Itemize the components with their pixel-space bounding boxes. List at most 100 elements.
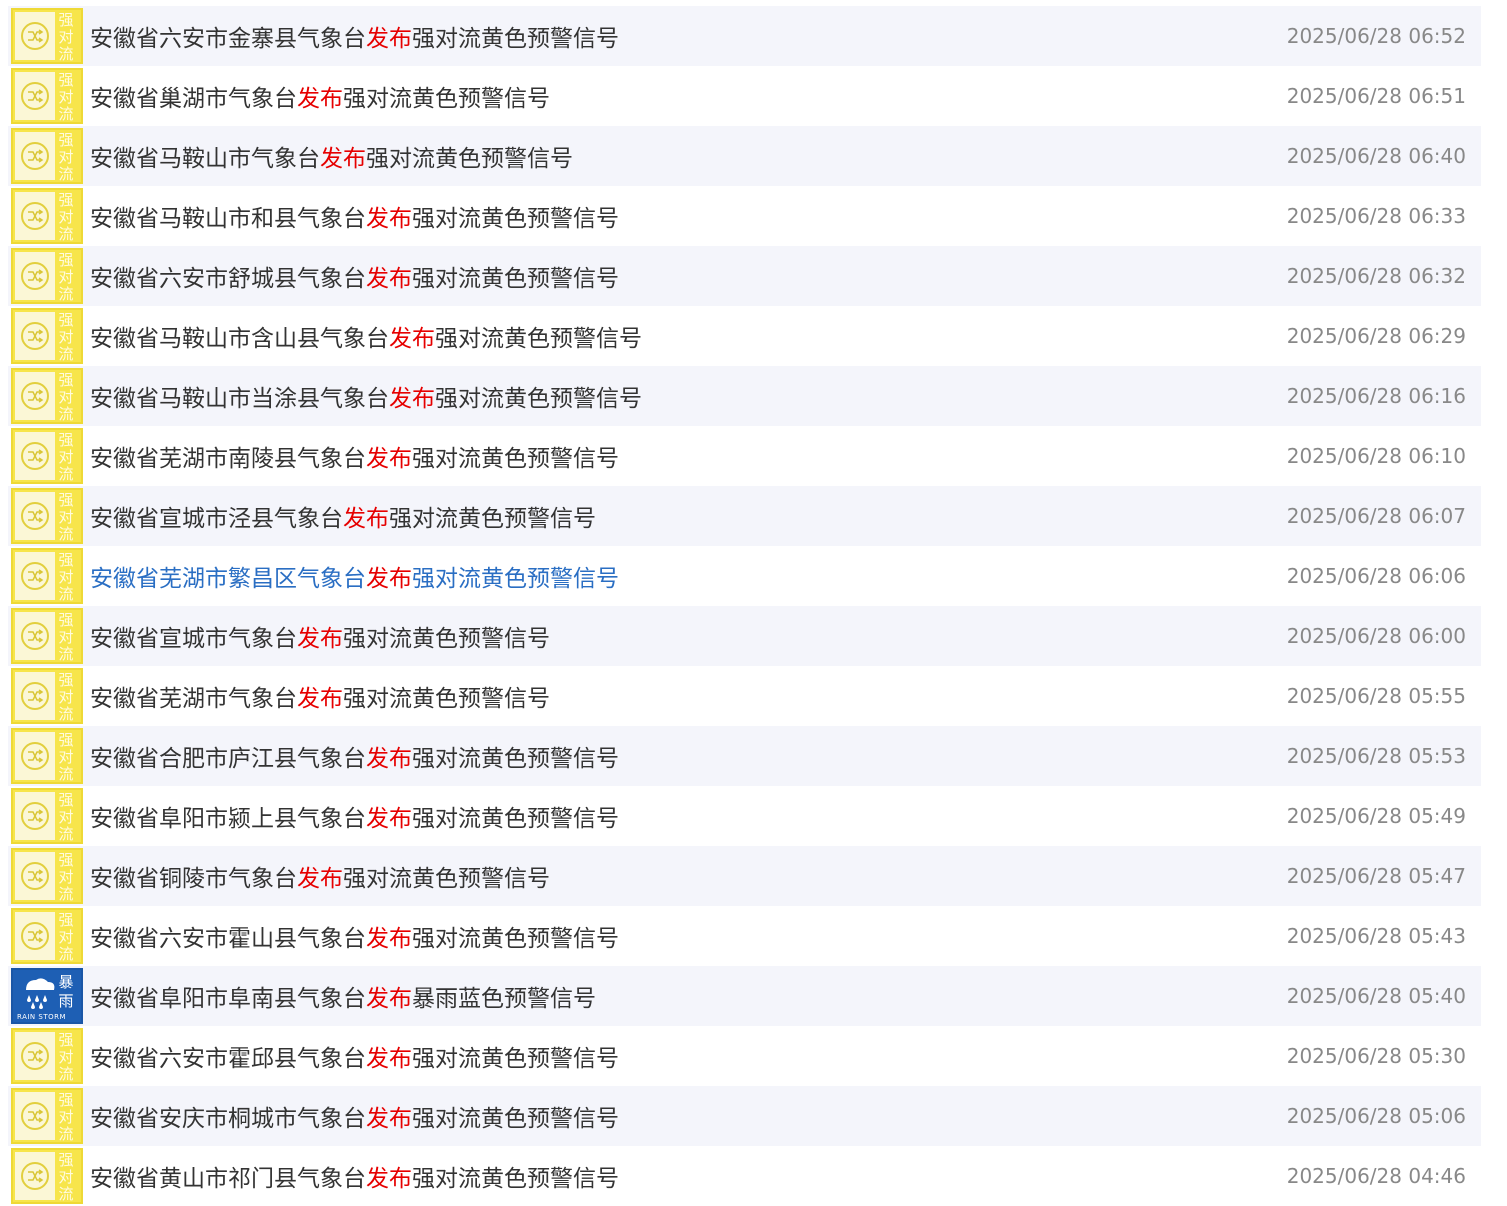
strong-convection-yellow-icon: 强对流 xyxy=(11,1028,83,1084)
alert-title-link[interactable]: 安徽省六安市霍邱县气象台发布强对流黄色预警信号 xyxy=(90,1039,1481,1073)
alert-title-link[interactable]: 安徽省安庆市桐城市气象台发布强对流黄色预警信号 xyxy=(90,1099,1481,1133)
alert-title-link[interactable]: 安徽省阜阳市阜南县气象台发布暴雨蓝色预警信号 xyxy=(90,979,1481,1013)
alert-title-link[interactable]: 安徽省黄山市祁门县气象台发布强对流黄色预警信号 xyxy=(90,1159,1481,1193)
alert-title-link[interactable]: 安徽省六安市霍山县气象台发布强对流黄色预警信号 xyxy=(90,919,1481,953)
alert-list: 强对流安徽省六安市金寨县气象台发布强对流黄色预警信号 2025/06/28 06:… xyxy=(0,0,1507,1206)
alert-row[interactable]: 强对流安徽省阜阳市颍上县气象台发布强对流黄色预警信号 2025/06/28 05:… xyxy=(8,786,1481,846)
icon-label-char: 流 xyxy=(58,105,74,123)
alert-row[interactable]: 强对流安徽省马鞍山市和县气象台发布强对流黄色预警信号 2025/06/28 06:… xyxy=(8,186,1481,246)
alert-title-link[interactable]: 安徽省马鞍山市和县气象台发布强对流黄色预警信号 xyxy=(90,199,1481,233)
alert-row[interactable]: 强对流安徽省芜湖市气象台发布强对流黄色预警信号 2025/06/28 05:55 xyxy=(8,666,1481,726)
icon-label-char: 流 xyxy=(58,285,74,303)
icon-label: 强对流 xyxy=(55,612,77,663)
strong-convection-yellow-icon: 强对流 xyxy=(11,128,83,184)
icon-label-char: 对 xyxy=(58,28,74,46)
alert-title-link[interactable]: 安徽省马鞍山市当涂县气象台发布强对流黄色预警信号 xyxy=(90,379,1481,413)
alert-row[interactable]: RAIN STORM 暴雨安徽省阜阳市阜南县气象台发布暴雨蓝色预警信号 2025/0… xyxy=(8,966,1481,1026)
alert-title-link[interactable]: 安徽省马鞍山市含山县气象台发布强对流黄色预警信号 xyxy=(90,319,1481,353)
icon-label-char: 强 xyxy=(58,251,74,269)
warning-type: 强对流黄色预警信号 xyxy=(412,1046,619,1072)
alert-row[interactable]: 强对流安徽省马鞍山市气象台发布强对流黄色预警信号 2025/06/28 06:40 xyxy=(8,126,1481,186)
alert-time: 2025/06/28 05:06 xyxy=(1286,1104,1466,1128)
icon-label: 强对流 xyxy=(55,432,77,483)
alert-row[interactable]: 强对流安徽省六安市霍邱县气象台发布强对流黄色预警信号 2025/06/28 05:… xyxy=(8,1026,1481,1086)
alert-row[interactable]: 强对流安徽省六安市霍山县气象台发布强对流黄色预警信号 2025/06/28 05:… xyxy=(8,906,1481,966)
warning-type: 强对流黄色预警信号 xyxy=(412,446,619,472)
alert-time: 2025/06/28 05:40 xyxy=(1286,984,1466,1008)
issuing-station: 安徽省芜湖市南陵县气象台 xyxy=(90,446,366,472)
issuing-station: 安徽省合肥市庐江县气象台 xyxy=(90,746,366,772)
icon-label-char: 强 xyxy=(58,791,74,809)
icon-label-char: 对 xyxy=(58,1108,74,1126)
strong-convection-yellow-icon: 强对流 xyxy=(11,788,83,844)
icon-label: 强对流 xyxy=(55,192,77,243)
icon-label-char: 强 xyxy=(58,11,74,29)
publish-verb: 发布 xyxy=(366,1166,412,1192)
strong-convection-yellow-icon: 强对流 xyxy=(11,188,83,244)
strong-convection-yellow-icon: 强对流 xyxy=(11,1148,83,1204)
scrollbar[interactable] xyxy=(1497,0,1507,1200)
warning-type: 强对流黄色预警信号 xyxy=(412,806,619,832)
alert-row[interactable]: 强对流安徽省安庆市桐城市气象台发布强对流黄色预警信号 2025/06/28 05:… xyxy=(8,1086,1481,1146)
strong-convection-yellow-icon: 强对流 xyxy=(11,488,83,544)
alert-row[interactable]: 强对流安徽省芜湖市繁昌区气象台发布强对流黄色预警信号 2025/06/28 06:… xyxy=(8,546,1481,606)
alert-row[interactable]: 强对流安徽省铜陵市气象台发布强对流黄色预警信号 2025/06/28 05:47 xyxy=(8,846,1481,906)
icon-label: 强对流 xyxy=(55,252,77,303)
alert-row[interactable]: 强对流安徽省合肥市庐江县气象台发布强对流黄色预警信号 2025/06/28 05:… xyxy=(8,726,1481,786)
icon-label: 强对流 xyxy=(55,672,77,723)
strong-convection-yellow-icon: 强对流 xyxy=(11,368,83,424)
alert-time: 2025/06/28 05:53 xyxy=(1286,744,1466,768)
alert-row[interactable]: 强对流安徽省宣城市气象台发布强对流黄色预警信号 2025/06/28 06:00 xyxy=(8,606,1481,666)
icon-label-char: 强 xyxy=(58,1031,74,1049)
alert-row[interactable]: 强对流安徽省六安市金寨县气象台发布强对流黄色预警信号 2025/06/28 06:… xyxy=(8,6,1481,66)
alert-row[interactable]: 强对流安徽省芜湖市南陵县气象台发布强对流黄色预警信号 2025/06/28 06:… xyxy=(8,426,1481,486)
strong-convection-yellow-icon: 强对流 xyxy=(11,428,83,484)
icon-label-char: 流 xyxy=(58,765,74,783)
alert-row[interactable]: 强对流安徽省六安市舒城县气象台发布强对流黄色预警信号 2025/06/28 06:… xyxy=(8,246,1481,306)
alert-title-link[interactable]: 安徽省六安市金寨县气象台发布强对流黄色预警信号 xyxy=(90,19,1481,53)
publish-verb: 发布 xyxy=(366,206,412,232)
alert-title-link[interactable]: 安徽省宣城市泾县气象台发布强对流黄色预警信号 xyxy=(90,499,1481,533)
alert-title-link[interactable]: 安徽省巢湖市气象台发布强对流黄色预警信号 xyxy=(90,79,1481,113)
publish-verb: 发布 xyxy=(297,86,343,112)
alert-time: 2025/06/28 06:40 xyxy=(1286,144,1466,168)
icon-label-char: 强 xyxy=(58,131,74,149)
alert-title-link[interactable]: 安徽省芜湖市南陵县气象台发布强对流黄色预警信号 xyxy=(90,439,1481,473)
warning-type: 强对流黄色预警信号 xyxy=(343,86,550,112)
alert-title-link[interactable]: 安徽省阜阳市颍上县气象台发布强对流黄色预警信号 xyxy=(90,799,1481,833)
publish-verb: 发布 xyxy=(389,386,435,412)
icon-label-char: 流 xyxy=(58,645,74,663)
alert-row[interactable]: 强对流安徽省马鞍山市含山县气象台发布强对流黄色预警信号 2025/06/28 06… xyxy=(8,306,1481,366)
issuing-station: 安徽省马鞍山市当涂县气象台 xyxy=(90,386,389,412)
icon-caption: RAIN STORM xyxy=(17,1013,67,1021)
icon-label-char: 对 xyxy=(58,748,74,766)
icon-label-char: 强 xyxy=(58,311,74,329)
issuing-station: 安徽省宣城市气象台 xyxy=(90,626,297,652)
alert-row[interactable]: 强对流安徽省马鞍山市当涂县气象台发布强对流黄色预警信号 2025/06/28 06… xyxy=(8,366,1481,426)
icon-label-char: 流 xyxy=(58,1185,74,1203)
icon-label-char: 流 xyxy=(58,165,74,183)
issuing-station: 安徽省巢湖市气象台 xyxy=(90,86,297,112)
alert-title-link[interactable]: 安徽省六安市舒城县气象台发布强对流黄色预警信号 xyxy=(90,259,1481,293)
strong-convection-yellow-icon: 强对流 xyxy=(11,248,83,304)
alert-title-link[interactable]: 安徽省芜湖市气象台发布强对流黄色预警信号 xyxy=(90,679,1481,713)
icon-label-char: 对 xyxy=(58,268,74,286)
alert-title-link[interactable]: 安徽省宣城市气象台发布强对流黄色预警信号 xyxy=(90,619,1481,653)
issuing-station: 安徽省黄山市祁门县气象台 xyxy=(90,1166,366,1192)
issuing-station: 安徽省马鞍山市和县气象台 xyxy=(90,206,366,232)
alert-title-link[interactable]: 安徽省马鞍山市气象台发布强对流黄色预警信号 xyxy=(90,139,1481,173)
alert-time: 2025/06/28 06:16 xyxy=(1286,384,1466,408)
alert-title-link[interactable]: 安徽省合肥市庐江县气象台发布强对流黄色预警信号 xyxy=(90,739,1481,773)
icon-label-char: 强 xyxy=(58,911,74,929)
icon-label: 强对流 xyxy=(55,372,77,423)
alert-row[interactable]: 强对流安徽省巢湖市气象台发布强对流黄色预警信号 2025/06/28 06:51 xyxy=(8,66,1481,126)
alert-time: 2025/06/28 06:00 xyxy=(1286,624,1466,648)
icon-label-char: 对 xyxy=(58,688,74,706)
icon-label: 强对流 xyxy=(55,492,77,543)
alert-title-link[interactable]: 安徽省芜湖市繁昌区气象台发布强对流黄色预警信号 xyxy=(90,559,1481,593)
alert-time: 2025/06/28 06:07 xyxy=(1286,504,1466,528)
alert-title-link[interactable]: 安徽省铜陵市气象台发布强对流黄色预警信号 xyxy=(90,859,1481,893)
alert-row[interactable]: 强对流安徽省宣城市泾县气象台发布强对流黄色预警信号 2025/06/28 06:0… xyxy=(8,486,1481,546)
alert-row[interactable]: 强对流安徽省黄山市祁门县气象台发布强对流黄色预警信号 2025/06/28 04:… xyxy=(8,1146,1481,1206)
icon-label-char: 流 xyxy=(58,885,74,903)
